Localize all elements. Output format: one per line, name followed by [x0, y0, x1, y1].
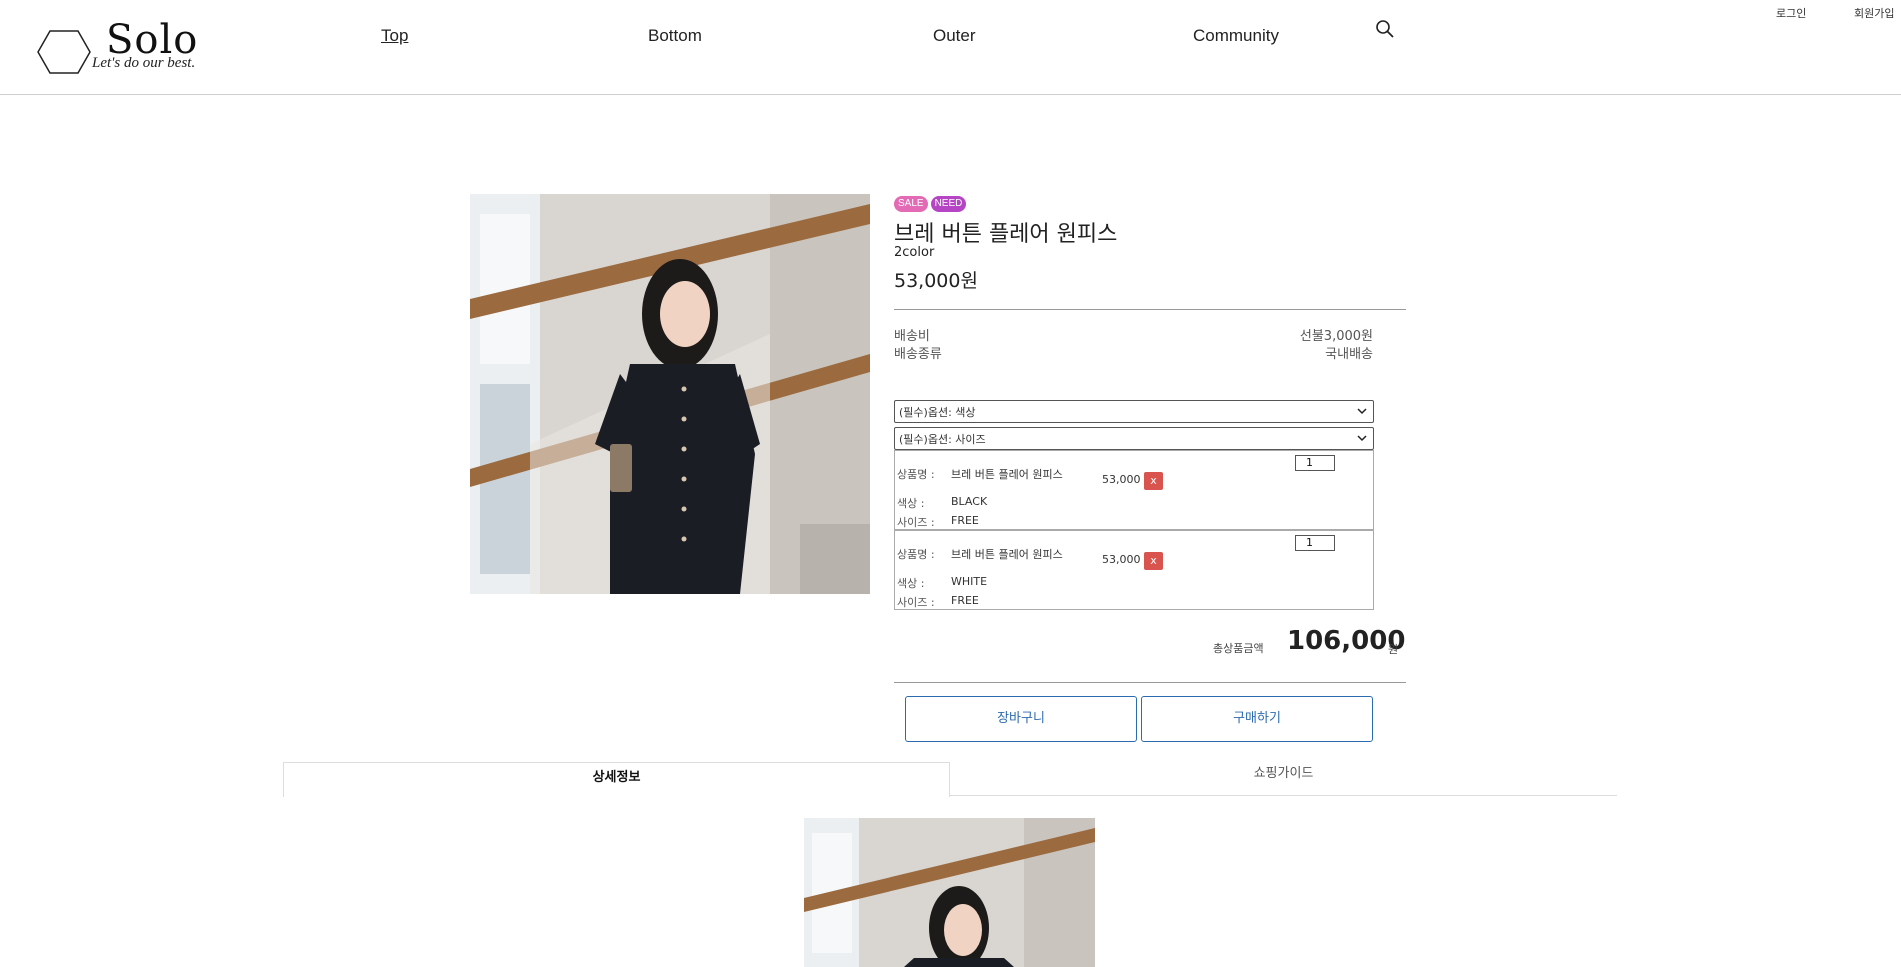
option-size: FREE — [951, 594, 979, 607]
option-color-label: 색상 : — [897, 497, 925, 510]
product-name: 브레 버튼 플레어 원피스 — [894, 222, 1118, 247]
option-color: BLACK — [951, 495, 988, 508]
product-tabs: 상세정보 쇼핑가이드 — [283, 762, 1617, 797]
remove-option-button[interactable]: x — [1144, 472, 1163, 490]
quantity-input[interactable]: 1 — [1295, 455, 1335, 471]
selected-option-item: 상품명 : 브레 버튼 플레어 원피스 53,000 x 1 색상 : BLAC… — [894, 450, 1374, 530]
sale-badge: SALE — [894, 196, 928, 212]
hexagon-logo-icon — [37, 30, 91, 74]
option-size: FREE — [951, 514, 979, 527]
option-size-label: 사이즈 : — [897, 516, 935, 529]
nav-community[interactable]: Community — [1193, 26, 1279, 46]
product-color-count: 2color — [894, 245, 935, 260]
shipping-fee-label: 배송비 — [894, 329, 930, 344]
tab-shopping-guide[interactable]: 쇼핑가이드 — [950, 762, 1617, 796]
nav-top[interactable]: Top — [381, 26, 408, 46]
product-image — [470, 194, 870, 594]
option-name-label: 상품명 : — [897, 548, 935, 561]
logo-subtitle: Let's do our best. — [92, 55, 196, 71]
size-option-select[interactable]: (필수)옵션: 사이즈 — [894, 427, 1374, 450]
option-name-label: 상품명 : — [897, 468, 935, 481]
option-price: 53,000 — [1102, 553, 1141, 566]
buy-now-button[interactable]: 구매하기 — [1141, 696, 1373, 742]
total-label: 총상품금액 — [1213, 642, 1264, 655]
site-header: Solo Let's do our best. Top Bottom Outer… — [0, 0, 1901, 95]
shipping-type-value: 국내배송 — [1325, 347, 1373, 362]
option-color-label: 색상 : — [897, 577, 925, 590]
shipping-type-label: 배송종류 — [894, 347, 942, 362]
product-badges: SALE NEED — [894, 196, 967, 212]
nav-outer[interactable]: Outer — [933, 26, 976, 46]
nav-bottom[interactable]: Bottom — [648, 26, 702, 46]
divider — [894, 682, 1406, 683]
total-unit: 원 — [1388, 643, 1399, 656]
shipping-fee-value: 선불3,000원 — [1299, 329, 1373, 344]
size-option-select-value: (필수)옵션: 사이즈 — [899, 433, 986, 446]
color-option-select-value: (필수)옵션: 색상 — [899, 406, 976, 419]
option-color: WHITE — [951, 575, 988, 588]
color-option-select[interactable]: (필수)옵션: 색상 — [894, 400, 1374, 423]
option-size-label: 사이즈 : — [897, 596, 935, 609]
option-name: 브레 버튼 플레어 원피스 — [951, 468, 1063, 481]
detail-image — [804, 818, 1095, 967]
chevron-down-icon — [1357, 408, 1367, 415]
divider — [894, 309, 1406, 310]
tab-detail-info[interactable]: 상세정보 — [283, 762, 950, 797]
product-price: 53,000원 — [894, 270, 978, 292]
logo[interactable]: Solo Let's do our best. — [36, 17, 236, 77]
chevron-down-icon — [1357, 435, 1367, 442]
signup-link[interactable]: 회원가입 — [1854, 5, 1894, 21]
remove-option-button[interactable]: x — [1144, 552, 1163, 570]
need-badge: NEED — [930, 196, 967, 212]
login-link[interactable]: 로그인 — [1776, 5, 1806, 21]
selected-option-item: 상품명 : 브레 버튼 플레어 원피스 53,000 x 1 색상 : WHIT… — [894, 530, 1374, 610]
search-icon[interactable] — [1375, 19, 1395, 39]
add-to-cart-button[interactable]: 장바구니 — [905, 696, 1137, 742]
option-price: 53,000 — [1102, 473, 1141, 486]
option-name: 브레 버튼 플레어 원피스 — [951, 548, 1063, 561]
quantity-input[interactable]: 1 — [1295, 535, 1335, 551]
